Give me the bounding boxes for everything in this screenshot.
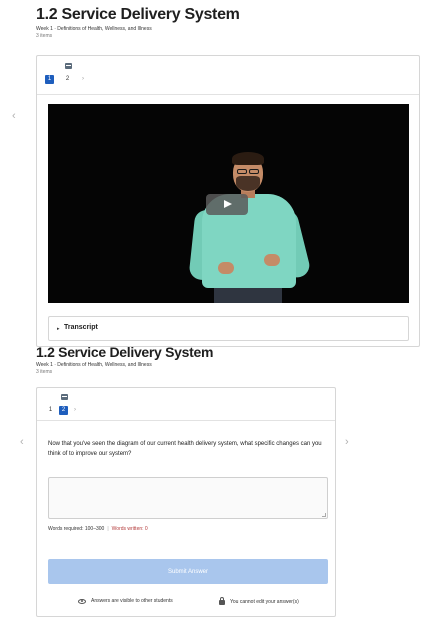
words-written: Words written: 0: [111, 526, 148, 532]
page-button-2[interactable]: 2: [59, 406, 68, 415]
transcript-toggle[interactable]: ▸ Transcript: [48, 316, 409, 341]
presenter-image: [188, 150, 312, 303]
page-button-1[interactable]: 1: [45, 75, 54, 84]
lock-icon: [219, 597, 225, 605]
eye-icon: [78, 598, 86, 604]
words-required: Words required: 100–300: [48, 526, 105, 532]
next-item-chevron-icon[interactable]: ›: [345, 436, 349, 448]
edit-note: You cannot edit your answer(s): [219, 597, 299, 605]
breadcrumb[interactable]: Week 1 · Definitions of Health, Wellness…: [36, 26, 152, 32]
edit-note-text: You cannot edit your answer(s): [230, 598, 299, 605]
video-player[interactable]: [48, 104, 409, 303]
breadcrumb-2[interactable]: Week 1 · Definitions of Health, Wellness…: [36, 362, 152, 368]
divider: [37, 94, 419, 95]
answer-textarea[interactable]: [48, 477, 328, 519]
items-count-2: 3 items: [36, 369, 53, 375]
word-count: Words required: 100–300 | Words written: 0: [48, 526, 148, 532]
page-next-arrow-icon-2[interactable]: ›: [74, 407, 76, 413]
page-button-1[interactable]: 1: [46, 406, 55, 415]
play-icon[interactable]: [206, 194, 248, 215]
page-button-2[interactable]: 2: [63, 75, 72, 84]
submit-answer-button[interactable]: Submit Answer: [48, 559, 328, 584]
transcript-label: Transcript: [64, 324, 98, 331]
resize-handle-icon[interactable]: [322, 513, 326, 517]
question-card: 1 2 › Now that you've seen the diagram o…: [36, 387, 336, 617]
page-title-2: 1.2 Service Delivery System: [36, 344, 214, 360]
visibility-note-text: Answers are visible to other students: [91, 598, 173, 604]
divider-2: [37, 420, 335, 421]
video-card: 1 2 › ▸ Transcript: [36, 55, 420, 347]
items-count: 3 items: [36, 33, 53, 39]
caret-right-icon: ▸: [57, 326, 60, 332]
page-next-arrow-icon[interactable]: ›: [82, 76, 84, 82]
previous-item-chevron-icon[interactable]: ‹: [12, 110, 16, 122]
previous-item-chevron-icon-2[interactable]: ‹: [20, 436, 24, 448]
chat-bubble-icon: [65, 63, 72, 69]
visibility-note: Answers are visible to other students: [78, 598, 173, 604]
chat-bubble-icon-2: [61, 394, 68, 400]
question-text: Now that you've seen the diagram of our …: [48, 441, 322, 457]
page-title: 1.2 Service Delivery System: [36, 6, 240, 23]
